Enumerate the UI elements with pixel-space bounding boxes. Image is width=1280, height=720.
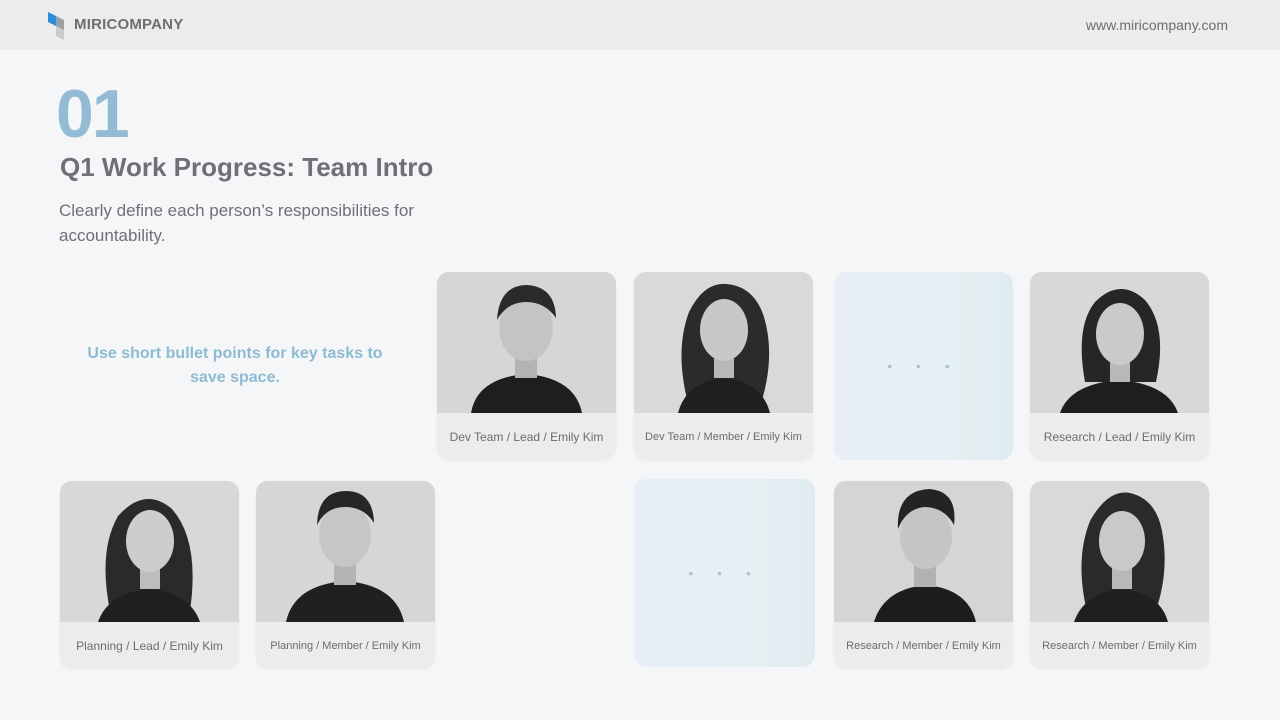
empty-slot-placeholder: • • •	[834, 272, 1013, 460]
profile-photo	[634, 272, 813, 413]
team-card-dev-member[interactable]: Dev Team / Member / Emily Kim	[634, 272, 813, 460]
team-card-research-member-2[interactable]: Research / Member / Emily Kim	[1030, 481, 1209, 669]
team-card-planning-member[interactable]: Planning / Member / Emily Kim	[256, 481, 435, 669]
profile-photo	[256, 481, 435, 622]
empty-slot-placeholder: • • •	[634, 479, 815, 667]
header-bar: MIRICOMPANY www.miricompany.com	[0, 0, 1280, 50]
tip-note: Use short bullet points for key tasks to…	[87, 345, 383, 386]
section-number: 01	[56, 76, 130, 152]
page-title: Q1 Work Progress: Team Intro	[60, 152, 434, 182]
card-caption: Research / Member / Emily Kim	[1030, 622, 1209, 669]
page-subtitle: Clearly define each person’s responsibil…	[59, 201, 414, 245]
card-caption: Dev Team / Lead / Emily Kim	[437, 413, 616, 460]
team-card-research-lead[interactable]: Research / Lead / Emily Kim	[1030, 272, 1209, 460]
profile-photo	[437, 272, 616, 413]
card-caption: Research / Lead / Emily Kim	[1030, 413, 1209, 460]
profile-photo	[1030, 481, 1209, 622]
profile-photo	[60, 481, 239, 622]
team-card-planning-lead[interactable]: Planning / Lead / Emily Kim	[60, 481, 239, 669]
team-card-research-member-1[interactable]: Research / Member / Emily Kim	[834, 481, 1013, 669]
profile-photo	[834, 481, 1013, 622]
brand-name: MIRICOMPANY	[74, 16, 184, 33]
card-caption: Planning / Lead / Emily Kim	[60, 622, 239, 669]
card-caption: Dev Team / Member / Emily Kim	[634, 413, 813, 460]
company-logo-icon	[48, 12, 64, 40]
card-caption: Research / Member / Emily Kim	[834, 622, 1013, 669]
website-link[interactable]: www.miricompany.com	[1086, 17, 1228, 33]
profile-photo	[1030, 272, 1209, 413]
team-card-dev-lead[interactable]: Dev Team / Lead / Emily Kim	[437, 272, 616, 460]
card-caption: Planning / Member / Emily Kim	[256, 622, 435, 669]
